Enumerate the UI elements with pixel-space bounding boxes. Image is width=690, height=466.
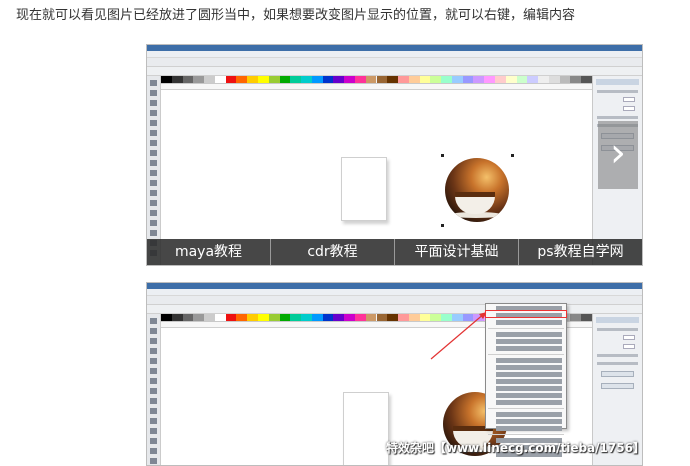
palette-swatch[interactable]: [247, 76, 258, 83]
palette-swatch[interactable]: [193, 76, 205, 83]
palette-swatch[interactable]: [387, 76, 399, 83]
caption-ps-tutorial[interactable]: ps教程自学网: [519, 239, 642, 265]
palette-swatch[interactable]: [171, 76, 183, 83]
toolbox: [147, 76, 161, 265]
carousel-next-button[interactable]: ›: [598, 121, 638, 189]
palette-swatch[interactable]: [354, 76, 366, 83]
palette-swatch[interactable]: [430, 76, 442, 83]
palette-swatch[interactable]: [376, 76, 388, 83]
coffee-image-in-circle: [445, 158, 509, 222]
palette-swatch[interactable]: [279, 76, 291, 83]
palette-swatch[interactable]: [559, 76, 571, 83]
palette-swatch[interactable]: [441, 76, 452, 83]
palette-swatch[interactable]: [322, 76, 334, 83]
palette-swatch[interactable]: [581, 76, 592, 83]
palette-swatch[interactable]: [257, 76, 269, 83]
palette-swatch[interactable]: [495, 76, 506, 83]
palette-swatch[interactable]: [398, 76, 409, 83]
palette-swatch[interactable]: [538, 76, 549, 83]
standard-toolbar: [147, 58, 642, 73]
color-palette: [161, 76, 592, 84]
intro-text: 现在就可以看见图片已经放进了圆形当中，如果想要改变图片显示的位置，就可以右键，编…: [16, 8, 576, 23]
carousel-caption-bar: maya教程 cdr教程 平面设计基础 ps教程自学网: [147, 239, 642, 265]
palette-swatch[interactable]: [268, 76, 280, 83]
palette-swatch[interactable]: [570, 76, 582, 83]
caption-cdr[interactable]: cdr教程: [271, 239, 395, 265]
palette-swatch[interactable]: [473, 76, 485, 83]
palette-swatch[interactable]: [527, 76, 539, 83]
property-bar: [147, 67, 642, 82]
chevron-right-icon: ›: [610, 130, 626, 176]
palette-swatch[interactable]: [236, 76, 248, 83]
palette-swatch[interactable]: [505, 76, 517, 83]
palette-swatch[interactable]: [516, 76, 528, 83]
palette-swatch[interactable]: [484, 76, 496, 83]
palette-swatch[interactable]: [182, 76, 194, 83]
watermark: 特效杂吧【www.linecg.com/tieba/1756】: [386, 441, 645, 455]
palette-swatch[interactable]: [204, 76, 215, 83]
palette-swatch[interactable]: [161, 76, 172, 83]
caption-maya[interactable]: maya教程: [147, 239, 271, 265]
palette-swatch[interactable]: [408, 76, 420, 83]
palette-swatch[interactable]: [290, 76, 302, 83]
app-menu-bar: [147, 51, 642, 66]
palette-swatch[interactable]: [419, 76, 431, 83]
caption-graphic-design[interactable]: 平面设计基础: [395, 239, 519, 265]
context-menu[interactable]: [485, 303, 567, 457]
palette-swatch[interactable]: [451, 76, 463, 83]
palette-swatch[interactable]: [301, 76, 312, 83]
page-rectangle: [341, 157, 387, 221]
palette-swatch[interactable]: [548, 76, 560, 83]
edit-contents-highlight: [485, 310, 567, 318]
palette-swatch[interactable]: [462, 76, 474, 83]
palette-swatch[interactable]: [214, 76, 226, 83]
palette-swatch[interactable]: [365, 76, 377, 83]
palette-swatch[interactable]: [344, 76, 355, 83]
carousel-slide-screenshot: › maya教程 cdr教程 平面设计基础 ps教程自学网: [146, 44, 643, 266]
palette-swatch[interactable]: [333, 76, 345, 83]
palette-swatch[interactable]: [225, 76, 237, 83]
palette-swatch[interactable]: [311, 76, 323, 83]
